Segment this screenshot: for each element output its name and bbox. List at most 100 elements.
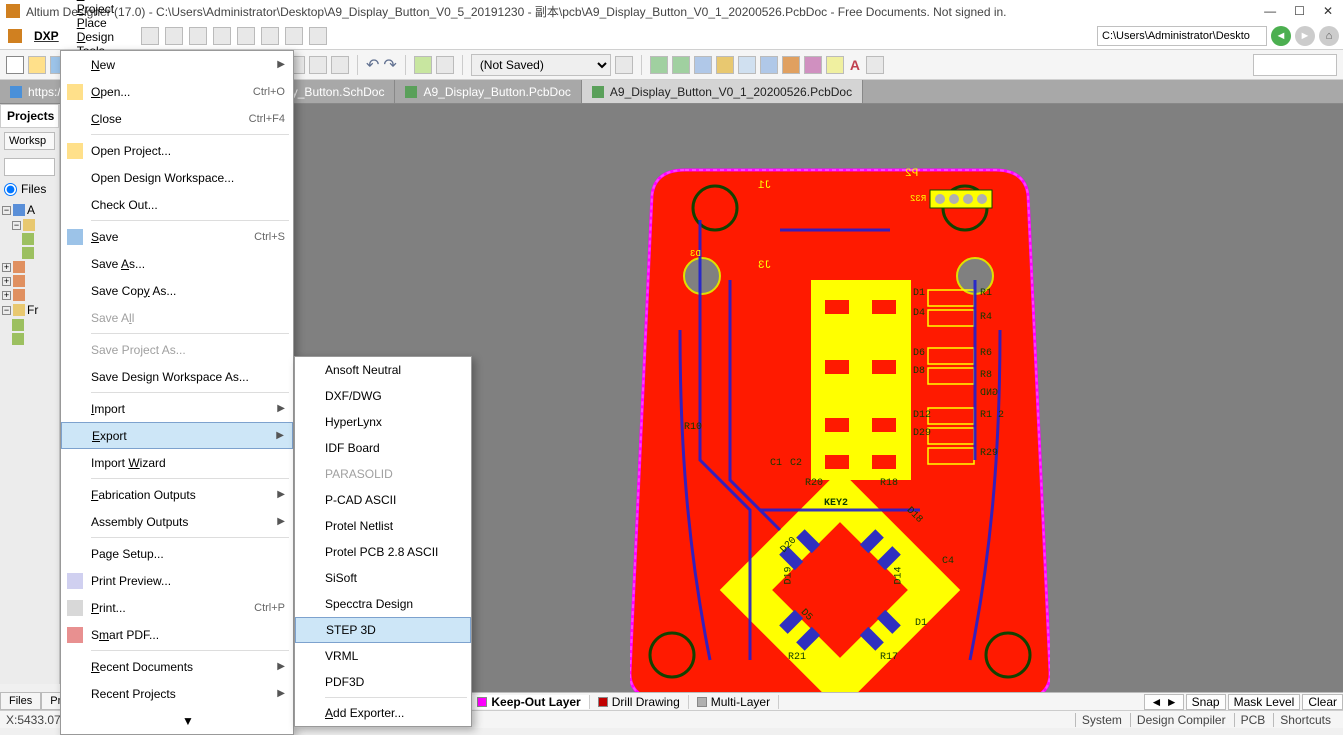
file-menu-save[interactable]: SaveCtrl+S — [61, 223, 293, 250]
text-tool-icon[interactable]: A — [848, 57, 862, 73]
ref-r10: R10 — [684, 422, 702, 433]
toolbar-icon[interactable] — [309, 27, 327, 45]
status-link-pcb[interactable]: PCB — [1234, 713, 1272, 727]
place-tool-icon[interactable] — [866, 56, 884, 74]
undo-icon[interactable]: ↶ — [366, 55, 379, 75]
layer-tab[interactable]: Keep-Out Layer — [469, 695, 589, 709]
new-doc-icon[interactable] — [6, 56, 24, 74]
file-menu-save-design-workspace-as-[interactable]: Save Design Workspace As... — [61, 363, 293, 390]
file-menu-fabrication-outputs[interactable]: Fabrication Outputs▶ — [61, 481, 293, 508]
file-menu-smart-pdf-[interactable]: Smart PDF... — [61, 621, 293, 648]
layer-btn-mask-level[interactable]: Mask Level — [1228, 694, 1301, 710]
filter-input[interactable] — [4, 158, 55, 176]
menu-project[interactable]: Project — [67, 2, 130, 16]
tree-node[interactable]: Fr — [27, 303, 38, 317]
toolbar-icon[interactable] — [285, 27, 303, 45]
dropdown-arrow-icon[interactable] — [615, 56, 633, 74]
file-menu-assembly-outputs[interactable]: Assembly Outputs▶ — [61, 508, 293, 535]
status-link-design-compiler[interactable]: Design Compiler — [1130, 713, 1232, 727]
toolbar-icon[interactable] — [261, 27, 279, 45]
place-tool-icon[interactable] — [826, 56, 844, 74]
file-menu-open-design-workspace-[interactable]: Open Design Workspace... — [61, 164, 293, 191]
files-radio[interactable] — [4, 183, 17, 196]
menu-design[interactable]: Design — [67, 30, 130, 44]
bl-tab-files[interactable]: Files — [0, 692, 41, 710]
place-tool-icon[interactable] — [738, 56, 756, 74]
toolbar-icon[interactable] — [213, 27, 231, 45]
export-sisoft[interactable]: SiSoft — [295, 565, 471, 591]
tool-icon[interactable] — [309, 56, 327, 74]
file-menu-new[interactable]: New▶ — [61, 51, 293, 78]
layer-nav[interactable]: ◄ ► — [1144, 694, 1183, 710]
export-dxf-dwg[interactable]: DXF/DWG — [295, 383, 471, 409]
redo-icon[interactable]: ↷ — [383, 55, 396, 75]
toolbar-icon[interactable] — [141, 27, 159, 45]
file-menu-close[interactable]: CloseCtrl+F4 — [61, 105, 293, 132]
toolbar-icon[interactable] — [165, 27, 183, 45]
export-ansoft-neutral[interactable]: Ansoft Neutral — [295, 357, 471, 383]
file-menu-export[interactable]: Export▶ — [61, 422, 293, 449]
file-menu-page-setup-[interactable]: Page Setup... — [61, 540, 293, 567]
file-menu-open-project-[interactable]: Open Project... — [61, 137, 293, 164]
doc-tab[interactable]: A9_Display_Button.PcbDoc — [395, 80, 581, 103]
app-menu-icon[interactable] — [8, 29, 22, 43]
file-menu-open-[interactable]: Open...Ctrl+O — [61, 78, 293, 105]
place-tool-icon[interactable] — [694, 56, 712, 74]
file-menu-recent-projects[interactable]: Recent Projects▶ — [61, 680, 293, 707]
maximize-button[interactable]: ☐ — [1294, 4, 1305, 18]
project-tree[interactable]: −A − + + + −Fr — [0, 198, 59, 350]
right-input[interactable] — [1253, 54, 1337, 76]
minimize-button[interactable]: — — [1264, 4, 1276, 18]
status-link-system[interactable]: System — [1075, 713, 1128, 727]
export-vrml[interactable]: VRML — [295, 643, 471, 669]
file-menu-recent-documents[interactable]: Recent Documents▶ — [61, 653, 293, 680]
file-menu-check-out-[interactable]: Check Out... — [61, 191, 293, 218]
tree-node[interactable]: A — [27, 203, 35, 217]
layer-tab[interactable]: Drill Drawing — [590, 695, 689, 709]
forward-button[interactable]: ► — [1295, 26, 1315, 46]
layer-btn-snap[interactable]: Snap — [1186, 694, 1226, 710]
open-icon[interactable] — [28, 56, 46, 74]
path-input[interactable] — [1097, 26, 1267, 46]
file-menu-import-wizard[interactable]: Import Wizard — [61, 449, 293, 476]
title-bar: Altium Designer (17.0) - C:\Users\Admini… — [0, 0, 1343, 22]
back-button[interactable]: ◄ — [1271, 26, 1291, 46]
toolbar-icon[interactable] — [189, 27, 207, 45]
saved-views-select[interactable]: (Not Saved) — [471, 54, 611, 76]
export-p-cad-ascii[interactable]: P-CAD ASCII — [295, 487, 471, 513]
export-specctra-design[interactable]: Specctra Design — [295, 591, 471, 617]
place-tool-icon[interactable] — [672, 56, 690, 74]
export-hyperlynx[interactable]: HyperLynx — [295, 409, 471, 435]
tool-icon[interactable] — [331, 56, 349, 74]
export-pdf3d[interactable]: PDF3D — [295, 669, 471, 695]
dxp-menu[interactable]: DXP — [26, 29, 67, 43]
tool-icon[interactable] — [436, 56, 454, 74]
layer-tab[interactable]: Multi-Layer — [689, 695, 779, 709]
place-tool-icon[interactable] — [804, 56, 822, 74]
doc-tab[interactable]: A9_Display_Button_V0_1_20200526.PcbDoc — [582, 80, 863, 103]
layer-btn-clear[interactable]: Clear — [1302, 694, 1343, 710]
file-menu-save-as-[interactable]: Save As... — [61, 250, 293, 277]
workspace-button[interactable]: Worksp — [4, 132, 55, 150]
ref-r1: R1 — [980, 288, 992, 299]
file-menu-save-copy-as-[interactable]: Save Copy As... — [61, 277, 293, 304]
export-protel-pcb-2-8-ascii[interactable]: Protel PCB 2.8 ASCII — [295, 539, 471, 565]
ref-c4: C4 — [942, 556, 954, 567]
place-tool-icon[interactable] — [760, 56, 778, 74]
place-tool-icon[interactable] — [782, 56, 800, 74]
export-idf-board[interactable]: IDF Board — [295, 435, 471, 461]
toolbar-icon[interactable] — [237, 27, 255, 45]
file-menu-print-[interactable]: Print...Ctrl+P — [61, 594, 293, 621]
export-add-exporter-[interactable]: Add Exporter... — [295, 700, 471, 726]
export-step-3d[interactable]: STEP 3D — [295, 617, 471, 643]
menu-place[interactable]: Place — [67, 16, 130, 30]
close-button[interactable]: ✕ — [1323, 4, 1333, 18]
file-menu-import[interactable]: Import▶ — [61, 395, 293, 422]
file-menu-print-preview-[interactable]: Print Preview... — [61, 567, 293, 594]
place-tool-icon[interactable] — [716, 56, 734, 74]
status-link-shortcuts[interactable]: Shortcuts — [1273, 713, 1337, 727]
tool-icon[interactable] — [414, 56, 432, 74]
export-protel-netlist[interactable]: Protel Netlist — [295, 513, 471, 539]
home-button[interactable]: ⌂ — [1319, 26, 1339, 46]
place-tool-icon[interactable] — [650, 56, 668, 74]
